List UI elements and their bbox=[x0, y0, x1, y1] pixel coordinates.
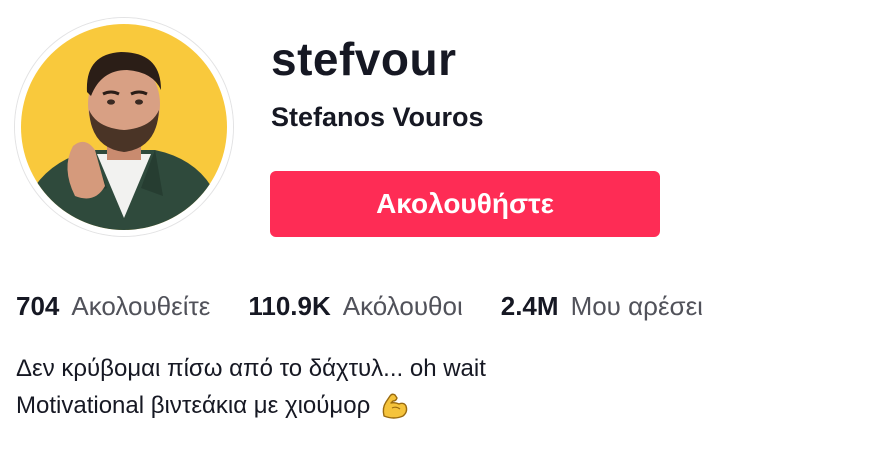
profile-photo bbox=[15, 18, 233, 236]
bio: Δεν κρύβομαι πίσω από το δάχτυλ... oh wa… bbox=[16, 350, 486, 424]
username: stefvour bbox=[271, 33, 457, 85]
bio-line: Δεν κρύβομαι πίσω από το δάχτυλ... oh wa… bbox=[16, 355, 486, 382]
stat-followers[interactable]: 110.9K Ακόλουθοι bbox=[248, 288, 462, 324]
stat-likes-label: Μου αρέσει bbox=[570, 291, 703, 321]
flexed-biceps-icon bbox=[378, 390, 410, 422]
stat-followers-count: 110.9K bbox=[248, 291, 331, 321]
bio-line: Motivational βιντεάκια με χιούμορ bbox=[16, 387, 486, 424]
stat-following[interactable]: 704 Ακολουθείτε bbox=[16, 288, 210, 324]
stat-following-count: 704 bbox=[16, 291, 60, 321]
display-name: Stefanos Vouros bbox=[271, 102, 484, 132]
stat-likes-count: 2.4M bbox=[500, 291, 559, 321]
profile-stats: 704 Ακολουθείτε 110.9K Ακόλουθοι 2.4M Μο… bbox=[16, 288, 741, 324]
avatar[interactable] bbox=[15, 18, 233, 236]
follow-button[interactable]: Ακολουθήστε bbox=[270, 171, 660, 237]
stat-following-label: Ακολουθείτε bbox=[71, 291, 211, 321]
bio-text: Motivational βιντεάκια με χιούμορ bbox=[16, 392, 371, 419]
stat-followers-label: Ακόλουθοι bbox=[342, 291, 463, 321]
stat-likes: 2.4M Μου αρέσει bbox=[501, 288, 703, 324]
